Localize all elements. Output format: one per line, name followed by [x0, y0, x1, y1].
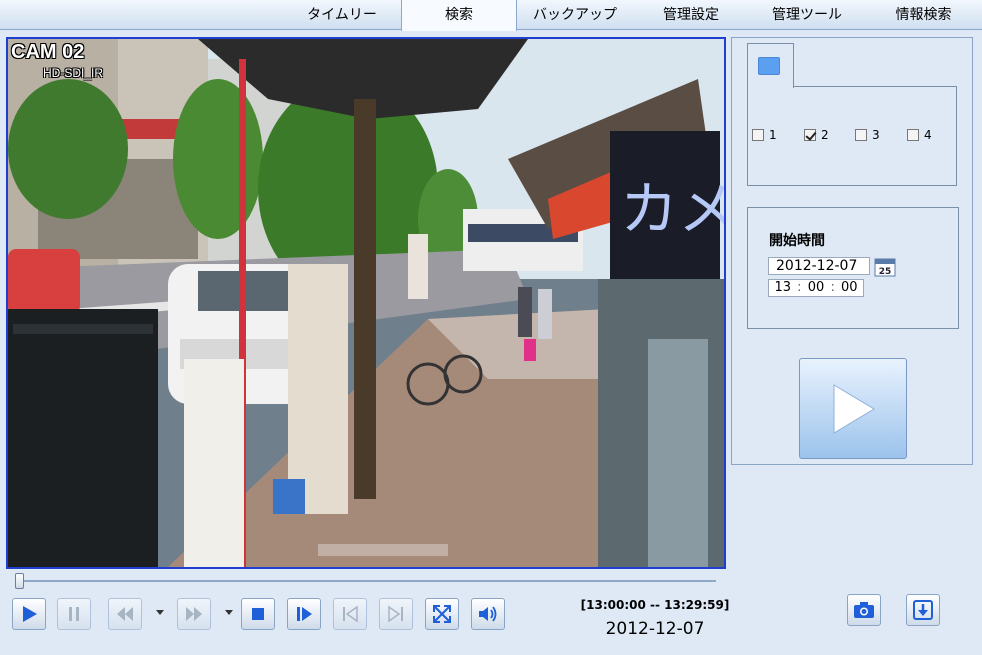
stop-button[interactable]	[241, 598, 275, 630]
channel-checkbox[interactable]	[907, 129, 919, 141]
calendar-day: 25	[879, 267, 892, 277]
pause-button[interactable]	[57, 598, 91, 630]
step-forward-icon	[297, 607, 312, 621]
channel-label: 1	[769, 128, 777, 142]
hour-field[interactable]: 13	[769, 280, 796, 296]
fast-forward-icon	[186, 607, 202, 621]
start-time-box: 開始時間 2012-12-07 25 13 : 00 : 00	[747, 207, 959, 329]
calendar-icon: 25	[874, 258, 896, 277]
channel-label: 3	[872, 128, 880, 142]
camera-icon	[854, 602, 874, 618]
volume-button[interactable]	[471, 598, 505, 630]
stop-icon	[252, 608, 264, 620]
pause-icon	[69, 607, 79, 621]
skip-start-button[interactable]	[333, 598, 367, 630]
channel-label: 2	[821, 128, 829, 142]
channel-group-tab[interactable]	[747, 43, 794, 88]
skip-end-button[interactable]	[379, 598, 413, 630]
chevron-down-icon	[156, 610, 164, 615]
start-time-label: 開始時間	[769, 233, 825, 249]
camera-feed-image: カメ	[8, 39, 724, 567]
play-button[interactable]	[12, 598, 46, 630]
start-date-field[interactable]: 2012-12-07	[768, 257, 870, 275]
minute-field[interactable]: 00	[802, 280, 829, 296]
step-forward-button[interactable]	[287, 598, 321, 630]
skip-start-icon	[343, 605, 358, 623]
fullscreen-icon	[433, 605, 451, 623]
channel-item[interactable]: 3	[855, 128, 880, 142]
volume-icon	[479, 606, 497, 622]
play-icon	[23, 606, 37, 622]
camera-title: CAM 02	[11, 41, 85, 63]
tab-admin-tools[interactable]: 管理ツール	[749, 0, 865, 30]
calendar-button[interactable]: 25	[874, 257, 896, 277]
search-panel: 1 2 3 4 開始時間 2012-12-07 25 13 : 00 : 00	[731, 37, 973, 465]
snapshot-button[interactable]	[847, 594, 881, 626]
camera-subtitle: HD-SDI_IR	[43, 66, 104, 80]
tab-admin-settings[interactable]: 管理設定	[633, 0, 749, 30]
search-play-button[interactable]	[799, 358, 907, 459]
play-icon	[833, 383, 875, 434]
fullscreen-button[interactable]	[425, 598, 459, 630]
skip-end-icon	[388, 605, 403, 623]
top-tab-bar: タイムリー 検索 バックアップ 管理設定 管理ツール 情報検索	[0, 0, 982, 31]
channel-item[interactable]: 1	[752, 128, 777, 142]
playback-date: 2012-12-07	[605, 619, 705, 639]
channel-item[interactable]: 2	[804, 128, 829, 142]
rewind-button[interactable]	[108, 598, 142, 630]
second-field[interactable]: 00	[836, 280, 863, 296]
forward-speed-dropdown[interactable]	[224, 608, 234, 618]
chevron-down-icon	[225, 610, 233, 615]
playback-time-range: [13:00:00 -- 13:29:59]	[580, 598, 730, 612]
video-view[interactable]: カメ CAM 02 HD-SDI_IR	[6, 37, 726, 569]
download-icon	[913, 600, 933, 620]
rewind-icon	[117, 607, 133, 621]
channel-checkbox[interactable]	[855, 129, 867, 141]
channel-label: 4	[924, 128, 932, 142]
rewind-speed-dropdown[interactable]	[155, 608, 165, 618]
channel-group-icon	[758, 57, 780, 75]
fast-forward-button[interactable]	[177, 598, 211, 630]
channel-checkbox[interactable]	[752, 129, 764, 141]
svg-text:カメ: カメ	[620, 175, 724, 243]
tab-backup[interactable]: バックアップ	[517, 0, 633, 30]
download-button[interactable]	[906, 594, 940, 626]
tab-search[interactable]: 検索	[401, 0, 517, 31]
playback-slider-track[interactable]	[18, 580, 716, 582]
tab-info-search[interactable]: 情報検索	[865, 0, 982, 30]
start-time-field[interactable]: 13 : 00 : 00	[768, 279, 864, 297]
tab-timely[interactable]: タイムリー	[282, 0, 402, 30]
playback-slider-thumb[interactable]	[15, 573, 24, 589]
channel-item[interactable]: 4	[907, 128, 932, 142]
channel-checkbox[interactable]	[804, 129, 816, 141]
